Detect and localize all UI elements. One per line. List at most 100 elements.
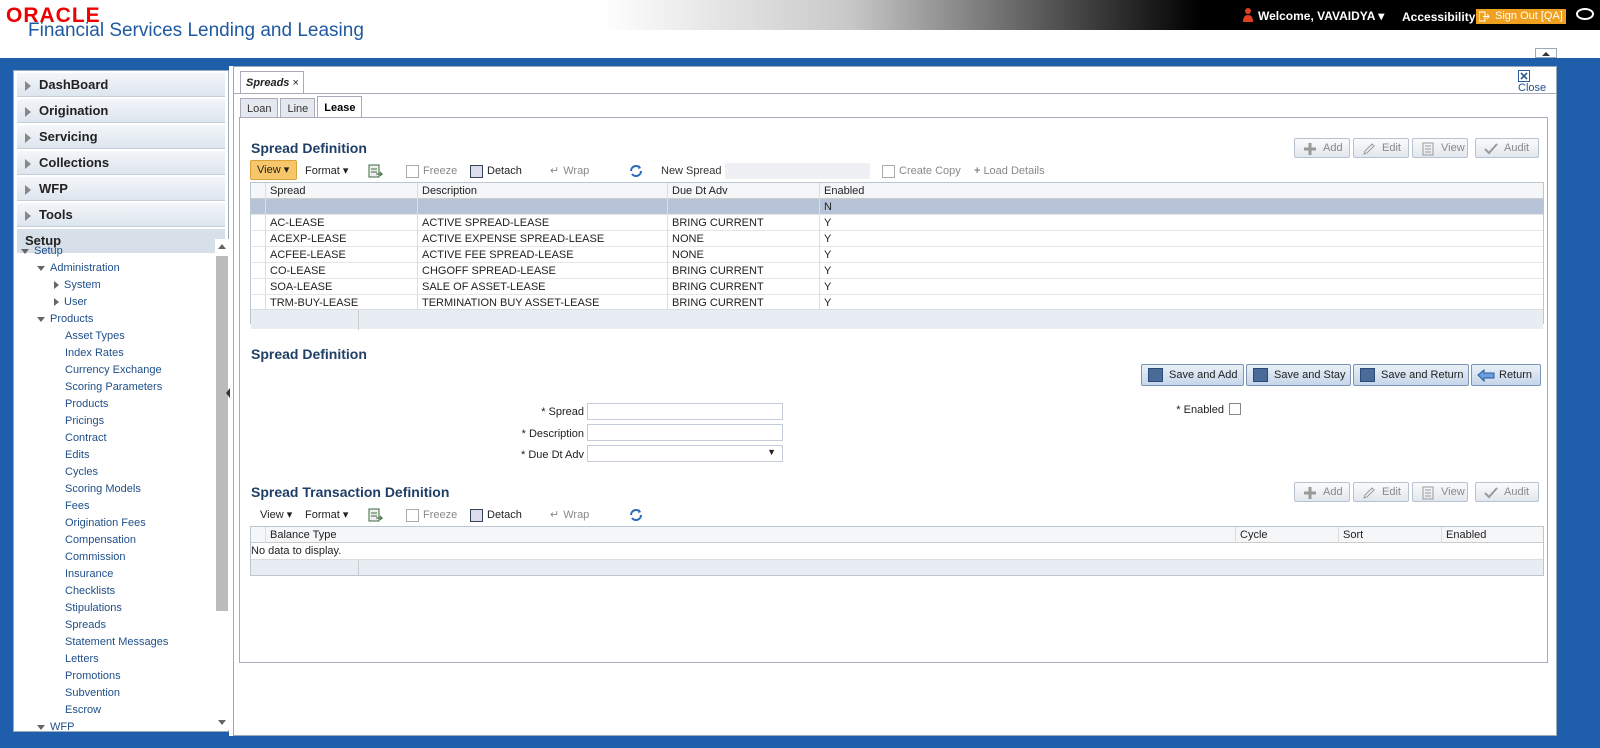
tree-node-products[interactable]: Products	[17, 311, 213, 328]
tree-leaf[interactable]: Escrow	[17, 702, 213, 719]
trans-edit-button[interactable]: Edit	[1353, 482, 1409, 502]
sidebar-item-collections[interactable]: Collections	[17, 151, 225, 175]
table-row[interactable]: ACEXP-LEASE ACTIVE EXPENSE SPREAD-LEASE NO…	[251, 231, 1543, 247]
tab-line[interactable]: Line	[280, 98, 316, 118]
sidebar-item-wfp[interactable]: WFP	[17, 177, 225, 201]
collapse-header-button[interactable]	[1535, 48, 1557, 58]
tree-leaf[interactable]: Stipulations	[17, 600, 213, 617]
tree-node-system[interactable]: System	[17, 277, 213, 294]
tree-leaf[interactable]: Statement Messages	[17, 634, 213, 651]
save-and-add-button[interactable]: Save and Add	[1141, 364, 1244, 386]
sidebar-item-origination[interactable]: Origination	[17, 99, 225, 123]
close-button[interactable]: Close	[1518, 70, 1556, 94]
add-button[interactable]: Add	[1294, 138, 1350, 158]
due-dt-adv-select[interactable]: ▼	[587, 445, 783, 462]
column-header-spread[interactable]: Spread	[266, 183, 418, 199]
return-button[interactable]: Return	[1471, 364, 1541, 386]
column-header-sort[interactable]: Sort	[1339, 527, 1442, 543]
tree-leaf[interactable]: Spreads	[17, 617, 213, 634]
detach-button[interactable]: Detach	[470, 163, 522, 180]
description-input[interactable]	[587, 424, 783, 441]
trans-detach-button[interactable]: Detach	[470, 507, 522, 524]
sidebar-item-servicing[interactable]: Servicing	[17, 125, 225, 149]
tab-close-icon[interactable]: ×	[292, 77, 298, 89]
save-and-stay-button[interactable]: Save and Stay	[1246, 364, 1351, 386]
view-menu[interactable]: View ▾	[250, 160, 297, 180]
scroll-up-icon[interactable]	[217, 242, 227, 250]
freeze-button[interactable]: Freeze	[406, 163, 457, 180]
column-header-cycle[interactable]: Cycle	[1236, 527, 1339, 543]
trans-view-menu[interactable]: View ▾	[260, 507, 292, 524]
spread-input[interactable]	[587, 403, 783, 420]
tree-leaf[interactable]: Products	[17, 396, 213, 413]
scrollbar-thumb[interactable]	[216, 256, 228, 611]
sidebar-item-dashboard[interactable]: DashBoard	[17, 73, 225, 97]
trans-audit-button[interactable]: Audit	[1475, 482, 1539, 502]
table-row[interactable]: SOA-LEASE SALE OF ASSET-LEASE BRING CURREN…	[251, 279, 1543, 295]
table-row[interactable]: CO-LEASE CHGOFF SPREAD-LEASE BRING CURRENT…	[251, 263, 1543, 279]
tree-leaf[interactable]: Commission	[17, 549, 213, 566]
trans-add-button[interactable]: Add	[1294, 482, 1350, 502]
sidebar-item-tools[interactable]: Tools	[17, 203, 225, 227]
new-spread-input[interactable]	[725, 163, 870, 179]
tab-spreads[interactable]: Spreads ×	[240, 71, 304, 93]
tree-leaf[interactable]: Subvention	[17, 685, 213, 702]
trans-wrap-button[interactable]: ↵ Wrap	[550, 507, 589, 524]
tree-node-administration[interactable]: Administration	[17, 260, 213, 277]
enabled-checkbox[interactable]	[1229, 403, 1241, 415]
tree-leaf[interactable]: Pricings	[17, 413, 213, 430]
load-details-button[interactable]: + Load Details	[974, 163, 1045, 180]
column-header-balance-type[interactable]: Balance Type	[266, 527, 1236, 543]
accessibility-link[interactable]: Accessibility	[1402, 10, 1475, 24]
refresh-icon[interactable]	[628, 507, 644, 524]
table-row[interactable]: AC-LEASE ACTIVE SPREAD-LEASE BRING CURRENT…	[251, 215, 1543, 231]
column-header-due[interactable]: Due Dt Adv	[668, 183, 820, 199]
tree-leaf[interactable]: Origination Fees	[17, 515, 213, 532]
tree-leaf[interactable]: Contract	[17, 430, 213, 447]
view-button[interactable]: View	[1412, 138, 1468, 158]
refresh-icon[interactable]	[628, 163, 644, 180]
column-header-enabled[interactable]: Enabled	[820, 183, 1543, 199]
column-header-description[interactable]: Description	[418, 183, 668, 199]
tree-leaf[interactable]: Currency Exchange	[17, 362, 213, 379]
detach-icon	[470, 164, 483, 178]
column-header-enabled[interactable]: Enabled	[1442, 527, 1543, 543]
welcome-user-menu[interactable]: Welcome, VAVAIDYA ▾	[1258, 9, 1384, 23]
wrap-icon: ↵	[550, 165, 560, 177]
tree-leaf[interactable]: Insurance	[17, 566, 213, 583]
export-icon[interactable]	[368, 163, 384, 180]
scroll-down-icon[interactable]	[217, 719, 227, 727]
export-icon[interactable]	[368, 507, 384, 524]
tree-leaf[interactable]: Asset Types	[17, 328, 213, 345]
create-copy-button[interactable]: Create Copy	[882, 163, 961, 180]
sidebar-scrollbar[interactable]	[215, 239, 229, 730]
format-menu[interactable]: Format ▾	[305, 163, 348, 180]
tree-leaf[interactable]: Promotions	[17, 668, 213, 685]
trans-freeze-button[interactable]: Freeze	[406, 507, 457, 524]
sign-out-button[interactable]: Sign Out [QA]	[1476, 9, 1566, 24]
edit-button[interactable]: Edit	[1353, 138, 1409, 158]
tree-node-user[interactable]: User	[17, 294, 213, 311]
table-row[interactable]: ACFEE-LEASE ACTIVE FEE SPREAD-LEASE NONE Y	[251, 247, 1543, 263]
audit-button[interactable]: Audit	[1475, 138, 1539, 158]
tree-leaf[interactable]: Index Rates	[17, 345, 213, 362]
tree-leaf[interactable]: Letters	[17, 651, 213, 668]
tab-loan[interactable]: Loan	[240, 98, 279, 118]
trans-format-menu[interactable]: Format ▾	[305, 507, 348, 524]
tree-node-wfp[interactable]: WFP	[17, 719, 213, 730]
tree-leaf[interactable]: Checklists	[17, 583, 213, 600]
tree-node-setup[interactable]: Setup	[17, 243, 213, 260]
tab-lease[interactable]: Lease	[317, 96, 363, 118]
tree-leaf[interactable]: Cycles	[17, 464, 213, 481]
tree-leaf[interactable]: Fees	[17, 498, 213, 515]
tree-leaf[interactable]: Compensation	[17, 532, 213, 549]
tree-leaf[interactable]: Edits	[17, 447, 213, 464]
tree-leaf[interactable]: Scoring Models	[17, 481, 213, 498]
tree-leaf[interactable]: Scoring Parameters	[17, 379, 213, 396]
trans-view-button[interactable]: View	[1412, 482, 1468, 502]
table-row[interactable]: N	[251, 199, 1543, 215]
save-and-return-button[interactable]: Save and Return	[1353, 364, 1469, 386]
wrap-button[interactable]: ↵ Wrap	[550, 163, 589, 180]
collapse-sidebar-icon[interactable]	[225, 386, 231, 400]
global-menu-icon[interactable]	[1576, 8, 1594, 20]
